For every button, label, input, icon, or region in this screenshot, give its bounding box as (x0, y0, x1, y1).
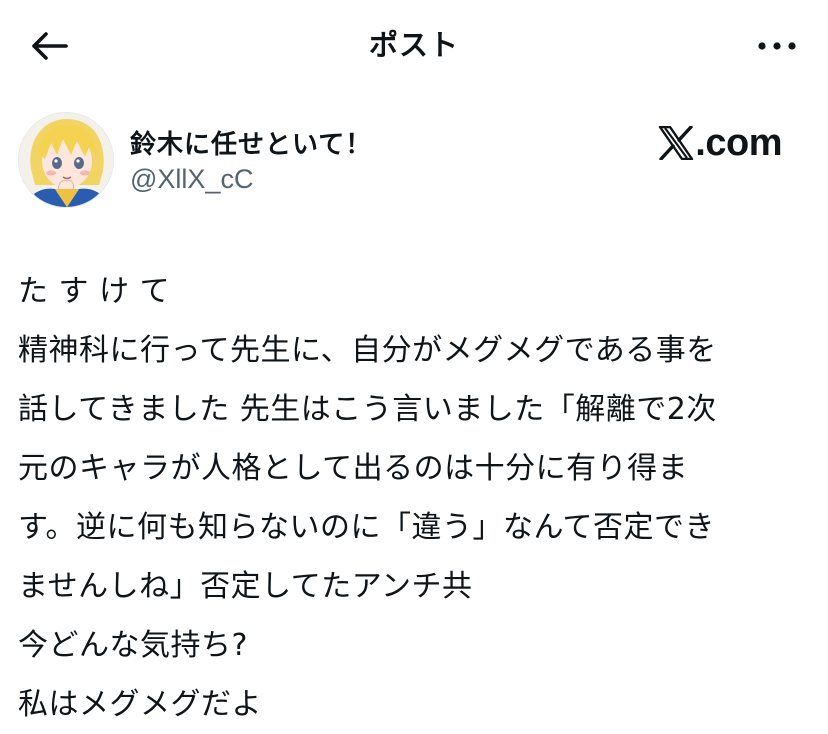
brand-text: .com (695, 121, 782, 164)
post-line: 元のキャラが人格として出るのは十分に有り得ま (18, 451, 689, 486)
post-line: す。逆に何も知らないのに「違う」なんて否定でき (18, 510, 715, 545)
anime-character-avatar-image (19, 113, 113, 207)
post-line: た す け て (18, 274, 171, 309)
x-logo-icon (659, 126, 694, 160)
avatar[interactable] (18, 112, 114, 208)
author-display-name[interactable]: 鈴木に任せといて！ (130, 124, 372, 161)
post-text: た す け て 精神科に行って先生に、自分がメグメグである事を 話してきました … (18, 262, 808, 734)
post-header: 鈴木に任せといて！ @XllX_cC .com (0, 108, 828, 218)
more-horizontal-icon (758, 42, 796, 50)
brand-logo: .com (658, 120, 782, 166)
post-line: 話してきました 先生はこう言いました「解離で2次 (18, 392, 717, 427)
post-line: ませんしね」否定してたアンチ共 (18, 569, 473, 604)
top-bar: ポスト (0, 0, 828, 90)
post-line: 私はメグメグだよ (18, 687, 262, 722)
more-options-button[interactable] (750, 26, 804, 66)
post-line: 今どんな気持ち? (18, 628, 248, 663)
page-title: ポスト (368, 28, 459, 62)
author-handle[interactable]: @XllX_cC (130, 164, 253, 195)
post-line: 精神科に行って先生に、自分がメグメグである事を (18, 333, 717, 368)
